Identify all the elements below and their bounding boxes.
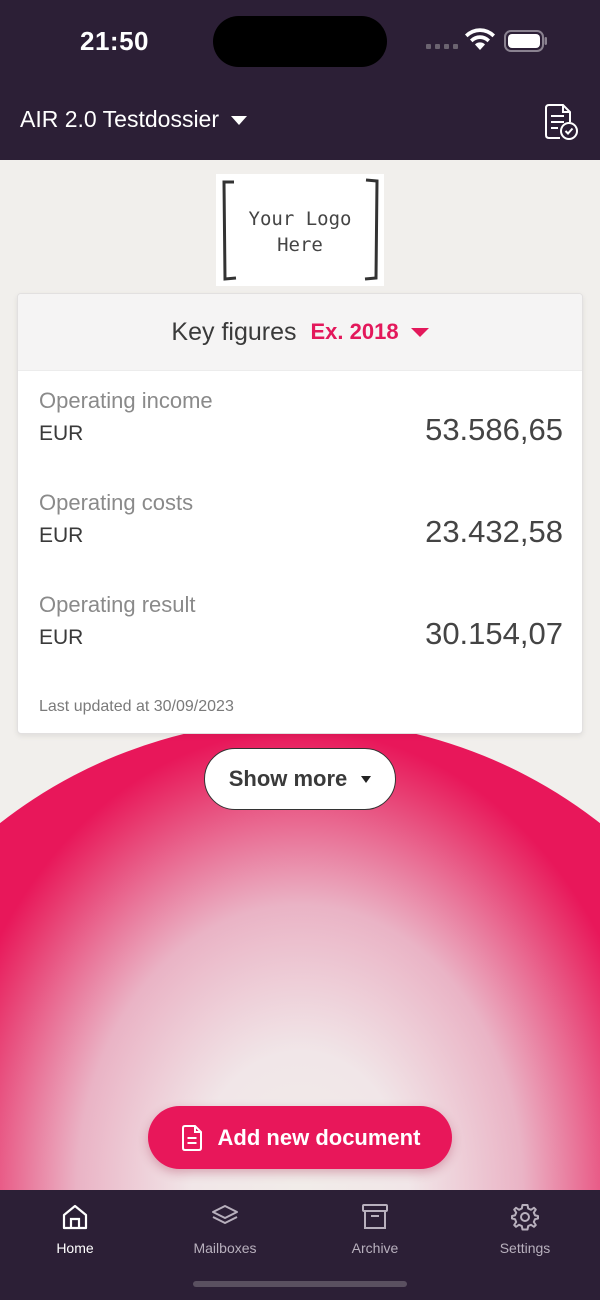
document-check-icon[interactable] xyxy=(540,102,580,142)
dossier-selector[interactable]: AIR 2.0 Testdossier xyxy=(20,106,248,133)
figure-label: Operating income xyxy=(39,388,213,413)
figure-unit: EUR xyxy=(39,422,84,445)
tab-mailboxes[interactable]: Mailboxes xyxy=(150,1202,300,1262)
archive-icon xyxy=(362,1204,388,1229)
gear-icon xyxy=(511,1204,539,1231)
year-selector[interactable]: Ex. 2018 xyxy=(310,319,429,345)
figure-value: 23.432,58 xyxy=(425,514,563,549)
tab-settings[interactable]: Settings xyxy=(450,1202,600,1262)
wifi-icon xyxy=(465,28,495,50)
tab-settings-label: Settings xyxy=(499,1240,551,1256)
key-figures-header: Key figures Ex. 2018 xyxy=(18,294,582,371)
layers-icon xyxy=(212,1205,238,1224)
company-logo: Your Logo Here xyxy=(216,174,384,286)
status-bar: 21:50 xyxy=(0,0,600,86)
status-time: 21:50 xyxy=(80,26,149,56)
battery-icon xyxy=(504,30,547,52)
home-indicator xyxy=(193,1281,407,1287)
chevron-down-icon xyxy=(361,775,372,783)
app-header: AIR 2.0 Testdossier xyxy=(0,86,600,160)
logo-text-line1: Your Logo xyxy=(248,208,352,230)
figure-row-operating-income: Operating income EUR 53.586,65 xyxy=(39,388,563,468)
figure-label: Operating result xyxy=(39,592,196,617)
key-figures-card: Key figures Ex. 2018 Operating income EU… xyxy=(17,293,583,734)
document-icon xyxy=(181,1124,202,1151)
chevron-down-icon xyxy=(410,327,429,337)
dossier-title: AIR 2.0 Testdossier xyxy=(20,106,220,132)
figure-unit: EUR xyxy=(39,626,84,649)
tab-mailboxes-label: Mailboxes xyxy=(193,1240,257,1256)
figure-unit: EUR xyxy=(39,524,84,547)
key-figures-title: Key figures xyxy=(171,317,297,346)
add-new-document-button[interactable]: Add new document xyxy=(148,1106,452,1169)
show-more-button[interactable]: Show more xyxy=(204,748,396,810)
last-updated-text: Last updated at 30/09/2023 xyxy=(39,698,234,715)
show-more-label: Show more xyxy=(228,766,348,791)
tab-archive[interactable]: Archive xyxy=(300,1202,450,1262)
chevron-down-icon xyxy=(231,116,248,125)
tab-archive-label: Archive xyxy=(351,1240,399,1256)
figure-value: 30.154,07 xyxy=(425,616,563,651)
home-icon xyxy=(62,1204,88,1230)
logo-text-line2: Here xyxy=(277,234,323,256)
dynamic-island xyxy=(213,16,387,67)
add-new-document-label: Add new document xyxy=(217,1124,421,1150)
figure-value: 53.586,65 xyxy=(425,412,563,447)
year-label: Ex. 2018 xyxy=(310,319,399,344)
figure-row-operating-result: Operating result EUR 30.154,07 xyxy=(39,592,563,672)
cellular-signal-icon xyxy=(426,44,458,49)
figure-label: Operating costs xyxy=(39,490,194,515)
tab-home[interactable]: Home xyxy=(0,1202,150,1262)
tab-home-label: Home xyxy=(56,1240,94,1256)
figure-row-operating-costs: Operating costs EUR 23.432,58 xyxy=(39,490,563,570)
